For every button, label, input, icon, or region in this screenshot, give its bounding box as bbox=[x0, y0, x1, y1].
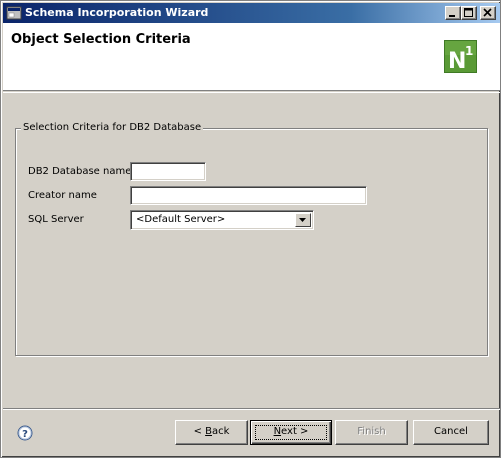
next-button[interactable]: Next > bbox=[250, 420, 332, 445]
header-divider bbox=[3, 92, 500, 93]
footer-separator bbox=[3, 408, 500, 410]
sql-server-label: SQL Server bbox=[28, 214, 84, 225]
sql-server-value: <Default Server> bbox=[136, 214, 226, 225]
chevron-down-icon bbox=[299, 218, 306, 222]
group-legend: Selection Criteria for DB2 Database bbox=[21, 122, 204, 133]
back-button-rest: ack bbox=[212, 426, 230, 437]
maximize-button[interactable] bbox=[461, 6, 477, 20]
creator-name-label: Creator name bbox=[28, 190, 97, 201]
sql-server-dropdown-button[interactable] bbox=[295, 213, 311, 227]
logo-letter: N bbox=[448, 49, 466, 73]
maximize-icon bbox=[464, 8, 473, 17]
sql-server-select[interactable]: <Default Server> bbox=[130, 210, 314, 230]
focus-rectangle bbox=[255, 425, 327, 440]
finish-button[interactable]: Finish bbox=[335, 420, 408, 445]
wizard-header: Object Selection Criteria N 1 bbox=[3, 23, 500, 91]
cancel-button[interactable]: Cancel bbox=[413, 420, 489, 445]
close-button[interactable] bbox=[480, 6, 496, 20]
logo-superscript: 1 bbox=[465, 44, 473, 58]
back-button-prefix: < bbox=[193, 426, 206, 437]
window-app-icon bbox=[6, 6, 22, 20]
window-title: Schema Incorporation Wizard bbox=[25, 6, 209, 19]
creator-name-input[interactable] bbox=[130, 186, 367, 205]
minimize-icon bbox=[449, 15, 455, 17]
db-name-label: DB2 Database name bbox=[28, 166, 132, 177]
close-icon bbox=[483, 8, 492, 17]
back-button[interactable]: < Back bbox=[175, 420, 248, 445]
back-button-mnemonic: B bbox=[205, 426, 212, 437]
help-icon[interactable]: ? bbox=[17, 425, 33, 441]
db-name-input[interactable] bbox=[130, 162, 206, 181]
n1-logo: N 1 bbox=[444, 40, 477, 73]
page-title: Object Selection Criteria bbox=[11, 32, 191, 47]
minimize-button[interactable] bbox=[445, 6, 461, 20]
svg-text:?: ? bbox=[22, 429, 28, 440]
selection-criteria-group bbox=[15, 128, 488, 356]
wizard-window: Schema Incorporation Wizard Object Selec… bbox=[0, 0, 501, 458]
title-bar[interactable]: Schema Incorporation Wizard bbox=[3, 3, 500, 23]
